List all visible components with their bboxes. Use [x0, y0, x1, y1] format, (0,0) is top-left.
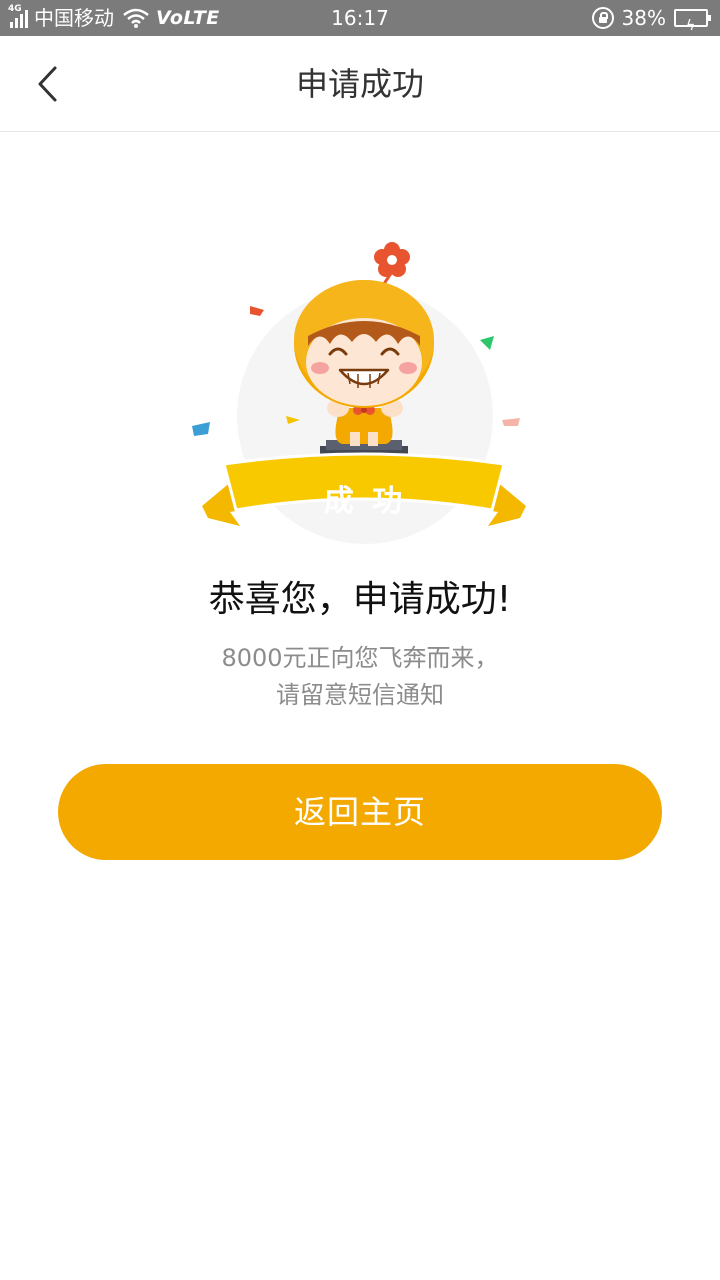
- return-home-button[interactable]: 返回主页: [58, 764, 662, 860]
- confetti-blue: [192, 422, 210, 436]
- success-headline: 恭喜您，申请成功!: [208, 579, 512, 620]
- confetti-pink: [502, 418, 520, 426]
- back-button[interactable]: [24, 58, 76, 110]
- rotation-lock-icon: [591, 7, 614, 29]
- description-line-2: 请留意短信通知: [276, 681, 444, 709]
- success-illustration: 成 功: [180, 236, 540, 556]
- flower-icon: [374, 242, 410, 277]
- confetti-red: [250, 306, 264, 316]
- banner-text: 成 功: [323, 484, 407, 519]
- confetti-green: [480, 336, 494, 350]
- description-line-1: 8000元正向您飞奔而来，: [221, 644, 499, 672]
- battery-percent: 38%: [621, 6, 666, 30]
- chevron-left-icon: [38, 66, 57, 102]
- status-bar: 4G 中国移动 VoLTE 16:17 38% ϟ: [0, 0, 720, 36]
- success-description: 8000元正向您飞奔而来， 请留意短信通知: [0, 640, 720, 714]
- nav-bar: 申请成功: [0, 36, 720, 132]
- status-right: 38% ϟ: [591, 0, 711, 36]
- battery-icon: ϟ: [674, 9, 711, 34]
- page-title: 申请成功: [295, 65, 424, 103]
